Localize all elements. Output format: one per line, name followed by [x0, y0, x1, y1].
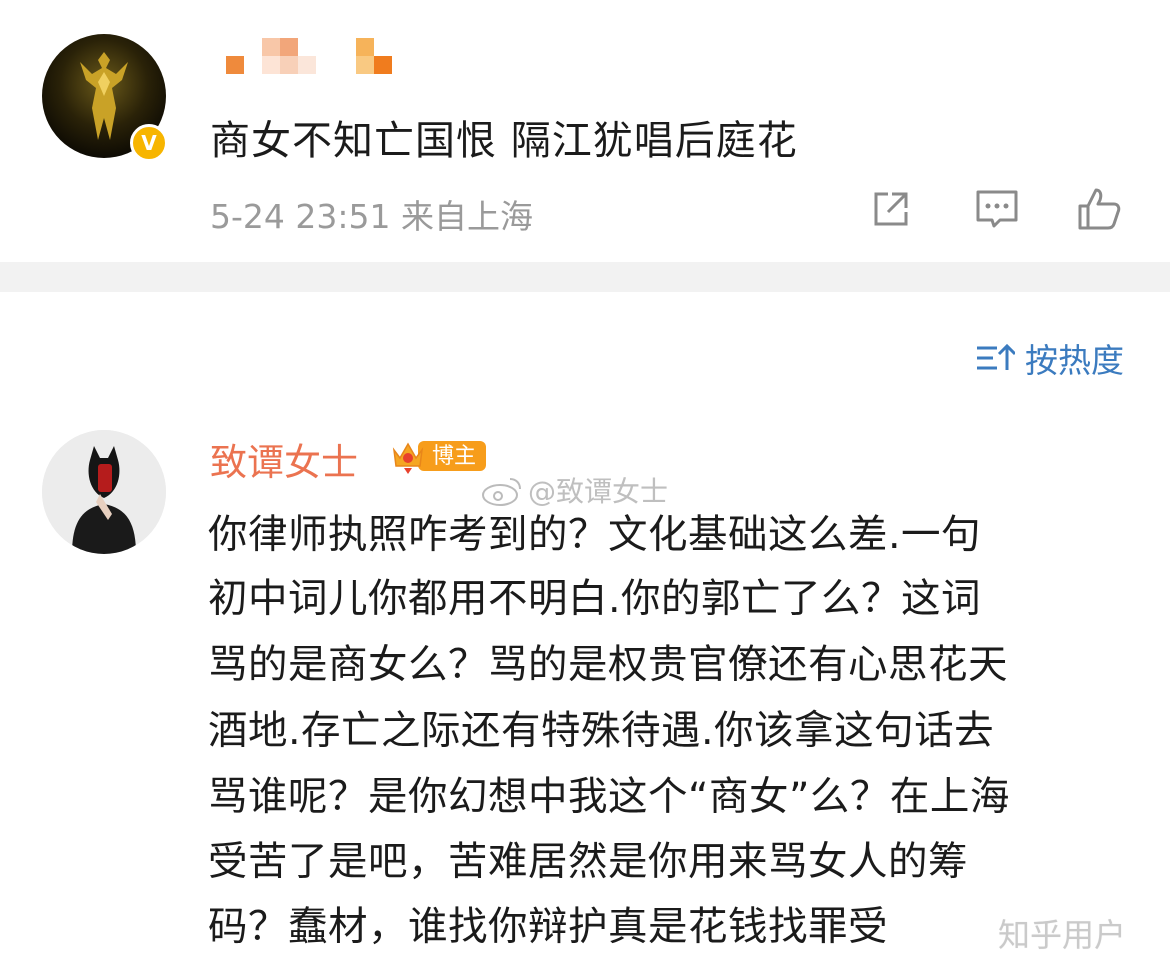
weibo-logo-icon [482, 478, 521, 506]
post-meta: 5-24 23:51 来自上海 [210, 197, 533, 236]
sort-label: 按热度 [1025, 341, 1124, 380]
comment-line-3: 骂的是商女么？骂的是权贵官僚还有心思花天 [208, 642, 1008, 688]
section-divider [0, 262, 1170, 292]
masked-person-avatar-icon [42, 430, 166, 554]
verified-badge-icon: V [130, 124, 168, 162]
post-text: 商女不知亡国恨 隔江犹唱后庭花 [210, 118, 798, 164]
blogger-badge: 博主 [390, 438, 487, 474]
crown-icon [392, 442, 424, 474]
comment-line-6: 受苦了是吧，苦难居然是你用来骂女人的筹 [208, 839, 968, 885]
blogger-tag: 博主 [418, 441, 487, 471]
comment-line-4: 酒地.存亡之际还有特殊待遇.你该拿这句话去 [208, 708, 995, 754]
commenter-avatar[interactable] [42, 430, 166, 554]
comment-line-1: 你律师执照咋考到的？文化基础这么差.一句 [208, 512, 982, 558]
comment-line-7: 码？蠢材，谁找你辩护真是花钱找罪受 [208, 904, 888, 950]
comment-line-5: 骂谁呢？是你幻想中我这个“商女”么？在上海 [208, 774, 1010, 820]
blurred-username [222, 38, 402, 80]
comment-icon[interactable] [974, 186, 1020, 232]
commenter-name[interactable]: 致谭女士 [210, 432, 358, 486]
comment-line-2: 初中词儿你都用不明白.你的郭亡了么？这词 [208, 576, 982, 622]
like-icon[interactable] [1076, 186, 1122, 232]
share-icon[interactable] [868, 186, 914, 232]
zhihu-watermark: 知乎用户 [998, 916, 1127, 954]
gold-armor-figure-icon [80, 52, 128, 140]
post-card: V 商女不知亡国恨 隔江犹唱后庭花 5-24 23:51 来自上海 [0, 0, 1170, 262]
sort-icon [977, 343, 1015, 370]
sort-by-hot-button[interactable]: 按热度 [975, 334, 1124, 382]
